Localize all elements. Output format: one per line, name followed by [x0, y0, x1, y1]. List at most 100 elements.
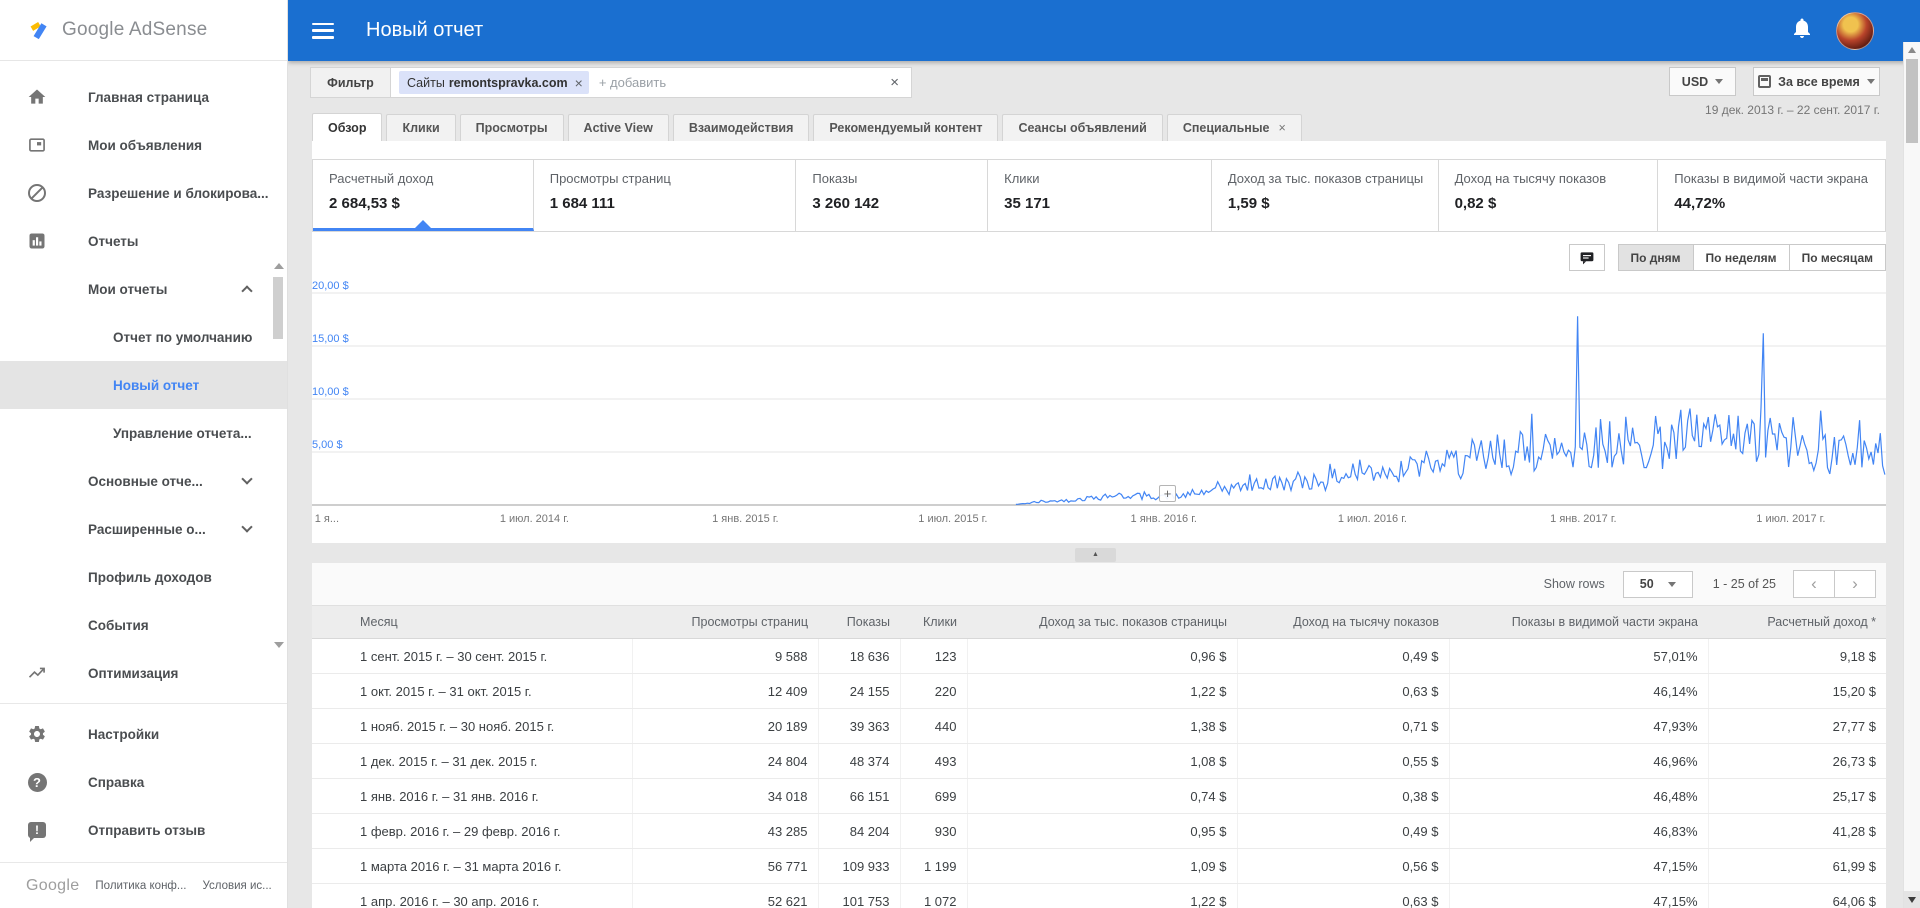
- terms-link[interactable]: Условия ис...: [202, 880, 271, 892]
- sidebar-menu: Главная страница Мои объявления Разрешен…: [0, 61, 287, 854]
- content: Фильтр Сайты remontspravka.com × × USD З…: [288, 61, 1920, 908]
- filter-chip-sites[interactable]: Сайты remontspravka.com ×: [399, 71, 589, 94]
- collapse-chart-button[interactable]: ▲: [1075, 548, 1116, 562]
- tab-recommended-content[interactable]: Рекомендуемый контент: [813, 114, 999, 142]
- table-row: 1 нояб. 2015 г. – 30 нояб. 2015 г. 20 189…: [312, 708, 1886, 744]
- tab-interactions[interactable]: Взаимодействия: [672, 114, 810, 142]
- column-header-page-views[interactable]: Просмотры страниц: [632, 605, 818, 639]
- annotations-button[interactable]: [1568, 244, 1605, 271]
- sidebar-item-my-reports[interactable]: Мои отчеты: [0, 265, 287, 313]
- sidebar-item-reports[interactable]: Отчеты: [0, 217, 287, 265]
- ads-icon: [26, 134, 48, 156]
- report-table-section: Show rows 50 1 - 25 of 25 ‹ › Месяц Прос…: [312, 563, 1886, 908]
- tab-ad-sessions[interactable]: Сеансы объявлений: [1002, 114, 1163, 142]
- table-toolbar: Show rows 50 1 - 25 of 25 ‹ ›: [312, 563, 1886, 605]
- svg-text:1 янв. 2017 г.: 1 янв. 2017 г.: [1550, 513, 1616, 525]
- menu-icon[interactable]: [312, 22, 334, 39]
- sidebar-item-advanced-reports[interactable]: Расширенные о...: [0, 505, 287, 553]
- chip-close-icon[interactable]: ×: [575, 75, 583, 91]
- column-header-estimated-earnings[interactable]: Расчетный доход *: [1708, 605, 1886, 639]
- metric-card-impressions[interactable]: Показы 3 260 142: [796, 160, 989, 231]
- scroll-down-button[interactable]: [1904, 891, 1920, 908]
- scroll-up-icon[interactable]: [1908, 47, 1916, 53]
- sidebar-item-help[interactable]: ? Справка: [0, 758, 287, 806]
- caret-down-icon: [1667, 581, 1676, 587]
- svg-text:20,00 $: 20,00 $: [312, 281, 349, 292]
- report-tabs: Обзор Клики Просмотры Active View Взаимо…: [312, 113, 1306, 142]
- notifications-bell-icon[interactable]: [1790, 16, 1814, 45]
- metric-card-page-views[interactable]: Просмотры страниц 1 684 111: [534, 160, 797, 231]
- metric-card-estimated-earnings[interactable]: Расчетный доход 2 684,53 $: [313, 160, 534, 231]
- table-row: 1 сент. 2015 г. – 30 сент. 2015 г. 9 588 1…: [312, 638, 1886, 674]
- scrollbar-thumb[interactable]: [1906, 59, 1918, 143]
- by-day-button[interactable]: По дням: [1617, 244, 1694, 271]
- sidebar-scrollbar[interactable]: [273, 263, 284, 648]
- currency-dropdown[interactable]: USD: [1669, 67, 1736, 96]
- home-icon: [26, 86, 48, 108]
- tab-views[interactable]: Просмотры: [459, 114, 564, 142]
- scrollbar-thumb[interactable]: [273, 277, 283, 339]
- svg-text:1 янв. 2015 г.: 1 янв. 2015 г.: [712, 513, 778, 525]
- sidebar-item-basic-reports[interactable]: Основные отче...: [0, 457, 287, 505]
- column-header-month[interactable]: Месяц: [312, 605, 632, 639]
- metric-card-clicks[interactable]: Клики 35 171: [988, 160, 1212, 231]
- tab-close-icon[interactable]: ×: [1278, 121, 1285, 135]
- date-range-dropdown[interactable]: За все время: [1753, 67, 1880, 96]
- privacy-link[interactable]: Политика конф...: [95, 880, 186, 892]
- tab-active-view[interactable]: Active View: [567, 114, 669, 142]
- earnings-chart: 5,00 $ 10,00 $ 15,00 $ 20,00 $ 1 я... 1 июл. …: [312, 280, 1886, 539]
- tab-overview[interactable]: Обзор: [312, 113, 383, 142]
- google-footer-logo: Google: [26, 876, 80, 894]
- trending-up-icon: [26, 662, 48, 684]
- pagination-range: 1 - 25 of 25: [1712, 577, 1776, 591]
- pager: ‹ ›: [1793, 570, 1876, 598]
- gear-icon: [26, 723, 48, 745]
- metric-card-impression-rpm[interactable]: Доход на тысячу показов 0,82 $: [1439, 160, 1659, 231]
- chevron-down-icon: [241, 473, 253, 485]
- sidebar: Google AdSense Главная страница Мои объя…: [0, 0, 288, 908]
- sidebar-item-revenue-profile[interactable]: Профиль доходов: [0, 553, 287, 601]
- filter-add-input[interactable]: [598, 75, 891, 90]
- chart-zoom-plus-button[interactable]: +: [1159, 485, 1176, 502]
- tab-custom[interactable]: Специальные ×: [1166, 114, 1302, 142]
- user-avatar[interactable]: [1836, 11, 1874, 50]
- granularity-toggle: По дням По неделям По месяцам: [1617, 244, 1886, 271]
- column-header-page-rpm[interactable]: Доход за тыс. показов страницы: [967, 605, 1237, 639]
- metric-card-page-rpm[interactable]: Доход за тыс. показов страницы 1,59 $: [1212, 160, 1439, 231]
- rows-per-page-select[interactable]: 50: [1622, 570, 1693, 598]
- sidebar-item-allow-block[interactable]: Разрешение и блокирова...: [0, 169, 287, 217]
- sidebar-item-manage-reports[interactable]: Управление отчета...: [0, 409, 287, 457]
- tab-clicks[interactable]: Клики: [386, 114, 456, 142]
- caret-down-icon: [1715, 79, 1724, 84]
- sidebar-item-optimization[interactable]: Оптимизация: [0, 649, 287, 697]
- column-header-clicks[interactable]: Клики: [900, 605, 967, 639]
- calendar-icon: [1758, 75, 1772, 88]
- scroll-up-icon[interactable]: [274, 263, 284, 269]
- by-week-button[interactable]: По неделям: [1692, 244, 1790, 271]
- chevron-down-icon: [241, 521, 253, 533]
- scroll-down-icon[interactable]: [274, 642, 284, 648]
- column-header-impression-rpm[interactable]: Доход на тысячу показов: [1237, 605, 1449, 639]
- filter-clear-icon[interactable]: ×: [890, 74, 899, 91]
- comment-icon: [1580, 251, 1593, 264]
- metric-card-viewability[interactable]: Показы в видимой части экрана 44,72%: [1658, 160, 1885, 231]
- sidebar-item-new-report[interactable]: Новый отчет: [0, 361, 287, 409]
- next-page-button[interactable]: ›: [1834, 570, 1876, 598]
- svg-text:15,00 $: 15,00 $: [312, 333, 349, 345]
- sidebar-item-home[interactable]: Главная страница: [0, 73, 287, 121]
- column-header-impressions[interactable]: Показы: [818, 605, 900, 639]
- sidebar-item-settings[interactable]: Настройки: [0, 710, 287, 758]
- sidebar-item-my-ads[interactable]: Мои объявления: [0, 121, 287, 169]
- table-row: 1 апр. 2016 г. – 30 апр. 2016 г. 52 621 10…: [312, 883, 1886, 908]
- svg-text:1 янв. 2016 г.: 1 янв. 2016 г.: [1131, 513, 1197, 525]
- prev-page-button[interactable]: ‹: [1793, 570, 1835, 598]
- column-header-viewability[interactable]: Показы в видимой части экрана: [1449, 605, 1708, 639]
- sidebar-item-events[interactable]: События: [0, 601, 287, 649]
- chevron-up-icon: [241, 285, 253, 297]
- sidebar-item-feedback[interactable]: ! Отправить отзыв: [0, 806, 287, 854]
- sidebar-item-default-report[interactable]: Отчет по умолчанию: [0, 313, 287, 361]
- by-month-button[interactable]: По месяцам: [1788, 244, 1886, 271]
- page-scrollbar[interactable]: [1903, 42, 1920, 908]
- svg-text:1 июл. 2016 г.: 1 июл. 2016 г.: [1338, 513, 1407, 525]
- block-icon: [26, 182, 48, 204]
